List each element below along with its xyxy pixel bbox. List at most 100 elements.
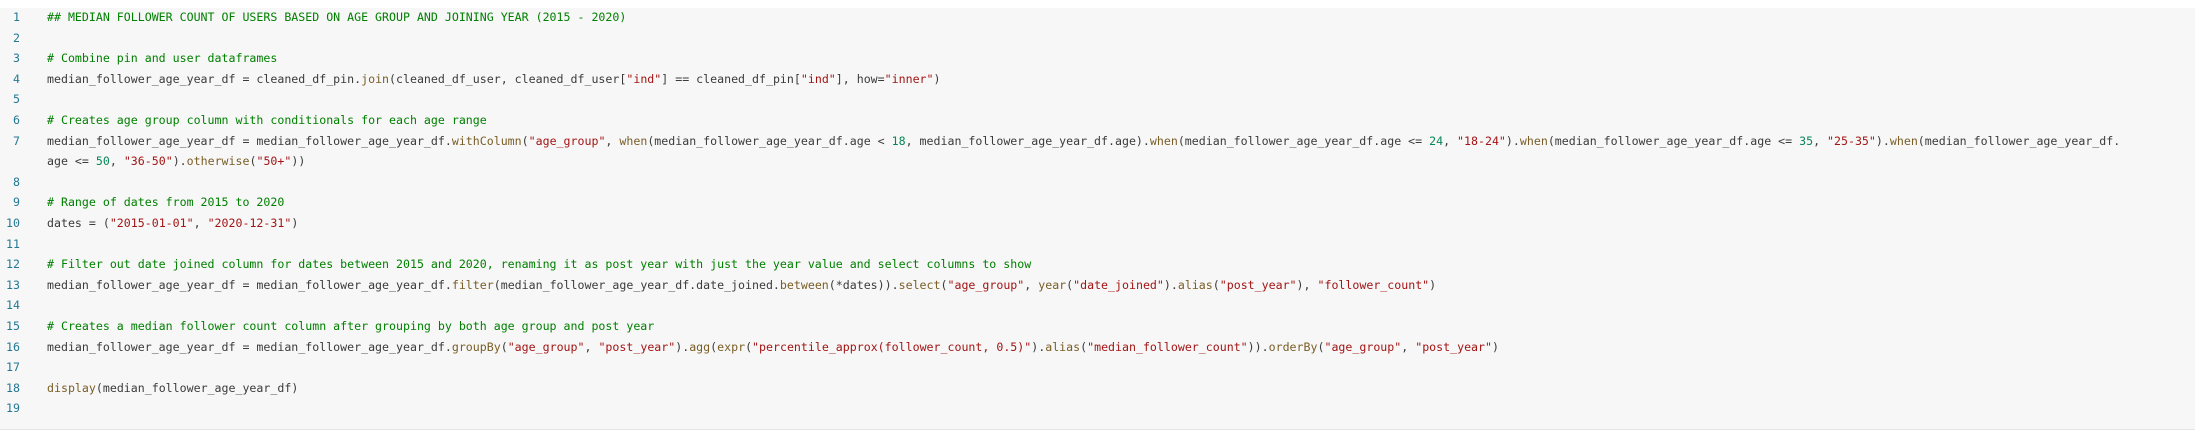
line-number: 5 [13, 92, 20, 107]
code-line[interactable]: 17 [0, 357, 2195, 377]
code-token: 35 [1799, 133, 1814, 148]
line-number: 6 [13, 113, 20, 127]
code-token: year [1038, 277, 1067, 292]
code-line[interactable]: 4 median_follower_age_year_df = cleaned_d… [0, 69, 2195, 89]
code-line[interactable]: 8 [0, 172, 2195, 192]
code-token: median_follower_age_year_df = median_fol… [47, 133, 452, 148]
code-token: "50+" [256, 154, 292, 169]
code-token: ( [1212, 277, 1220, 292]
code-token: (median_follower_age_year_df. [1917, 133, 2121, 148]
code-token: ). [1031, 339, 1046, 354]
code-token: "18-24" [1457, 133, 1506, 148]
code-line[interactable]: 13 median_follower_age_year_df = median_f… [0, 275, 2195, 295]
code-text: ## MEDIAN FOLLOWER COUNT OF USERS BASED … [47, 7, 626, 27]
line-number: 15 [6, 319, 20, 333]
code-line[interactable]: 2 [0, 28, 2195, 48]
code-editor[interactable]: 1 ## MEDIAN FOLLOWER COUNT OF USERS BASED… [0, 8, 2195, 430]
line-number: 3 [13, 51, 20, 66]
line-number: 14 [6, 298, 20, 313]
code-line[interactable]: 6 # Creates age group column with conditi… [0, 110, 2195, 130]
code-token: (median_follower_age_year_df.date_joined… [493, 277, 780, 292]
code-token: (median_follower_age_year_df) [95, 380, 299, 395]
line-number: 16 [6, 339, 20, 354]
code-line[interactable]: 7 median_follower_age_year_df = median_fo… [0, 131, 2195, 151]
code-token: , [605, 133, 620, 148]
code-token: otherwise [186, 154, 250, 169]
code-text: # Creates a median follower count column… [47, 316, 654, 336]
code-text: dates = ("2015-01-01", "2020-12-31") [47, 213, 298, 233]
code-token: ). [1875, 133, 1890, 148]
line-number: 9 [13, 195, 20, 210]
code-token: "25-35" [1827, 133, 1876, 148]
code-token: "age_group" [507, 339, 585, 354]
code-text: median_follower_age_year_df = median_fol… [47, 275, 1436, 295]
line-number: 13 [6, 277, 20, 292]
code-token: 18 [891, 133, 906, 148]
code-line[interactable]: 15 # Creates a median follower count colu… [0, 316, 2195, 336]
code-token: (median_follower_age_year_df.age <= [1547, 133, 1800, 148]
code-token: (median_follower_age_year_df.age <= [1177, 133, 1430, 148]
code-line[interactable]: 11 [0, 234, 2195, 254]
code-token: ). [675, 339, 690, 354]
code-text: median_follower_age_year_df = cleaned_df… [47, 69, 941, 89]
code-token: join [361, 71, 390, 86]
code-text: # Filter out date joined column for date… [47, 254, 1031, 274]
code-line[interactable]: 12 # Filter out date joined column for da… [0, 254, 2195, 274]
code-text: median_follower_age_year_df = median_fol… [47, 337, 1499, 357]
code-token: "median_follower_count" [1087, 339, 1248, 354]
code-token: ) [933, 71, 941, 86]
code-token: ) [1429, 277, 1437, 292]
code-line[interactable]: 16 median_follower_age_year_df = median_f… [0, 337, 2195, 357]
code-text: # Range of dates from 2015 to 2020 [47, 192, 284, 212]
code-token: age <= [47, 154, 96, 169]
code-line[interactable]: 1 ## MEDIAN FOLLOWER COUNT OF USERS BASED… [0, 7, 2195, 27]
code-token: dates = ( [47, 216, 110, 230]
code-text: # Combine pin and user dataframes [47, 48, 277, 68]
code-token: , [193, 216, 208, 230]
code-line[interactable]: 3 # Combine pin and user dataframes [0, 48, 2195, 68]
code-token: between [779, 277, 829, 292]
code-token: when [619, 133, 648, 148]
code-token: when [1519, 133, 1548, 148]
code-token: expr [717, 339, 746, 354]
line-number: 2 [13, 30, 20, 45]
code-token: # Combine pin and user dataframes [47, 51, 278, 66]
code-line[interactable]: 5 [0, 89, 2195, 109]
code-line[interactable]: 19 [0, 398, 2195, 418]
code-token: ( [745, 339, 753, 354]
code-token: ). [1163, 277, 1178, 292]
code-token: "inner" [884, 71, 934, 86]
code-token: # Filter out date joined column for date… [47, 257, 1032, 272]
code-token: ). [172, 154, 187, 169]
code-token: , [1813, 133, 1828, 148]
code-token: ( [500, 339, 508, 354]
code-token: "36-50" [123, 154, 173, 169]
code-token: "2015-01-01" [109, 216, 194, 230]
code-token: "follower_count" [1317, 277, 1430, 292]
line-number: 8 [13, 174, 20, 189]
code-token: # Creates age group column with conditio… [47, 113, 487, 127]
code-token: ( [521, 133, 529, 148]
code-token: )). [1247, 339, 1269, 354]
code-token: "percentile_approx(follower_count, 0.5)" [752, 339, 1032, 354]
code-token: 50 [95, 154, 110, 169]
code-token: when [1889, 133, 1918, 148]
code-line[interactable]: 9 # Range of dates from 2015 to 2020 [0, 192, 2195, 212]
code-line[interactable]: 10 dates = ("2015-01-01", "2020-12-31") [0, 213, 2195, 233]
code-line[interactable]: age <= 50, "36-50").otherwise("50+")) [0, 151, 2195, 171]
line-number: 19 [6, 401, 20, 416]
code-token: , [109, 154, 124, 169]
code-token: median_follower_age_year_df = median_fol… [47, 339, 452, 354]
code-token: , [1024, 277, 1039, 292]
code-token: display [47, 380, 96, 395]
code-text: # Creates age group column with conditio… [47, 110, 487, 130]
code-text: display(median_follower_age_year_df) [47, 378, 298, 398]
code-line[interactable]: 18 display(median_follower_age_year_df) [0, 378, 2195, 398]
code-line[interactable]: 14 [0, 295, 2195, 315]
code-token: median_follower_age_year_df = median_fol… [47, 277, 452, 292]
code-token: when [1149, 133, 1178, 148]
line-number: 10 [6, 216, 20, 230]
code-token: "date_joined" [1073, 277, 1164, 292]
code-token: )) [291, 154, 306, 169]
code-token: , median_follower_age_year_df.age). [905, 133, 1150, 148]
